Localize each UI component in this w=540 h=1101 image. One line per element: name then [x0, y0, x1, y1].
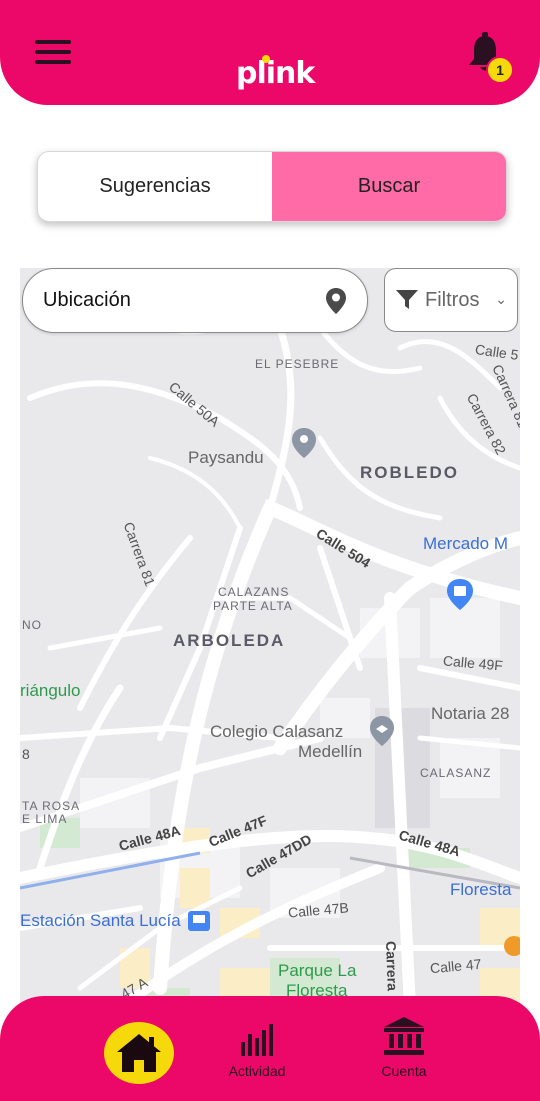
app-logo: plink: [236, 55, 315, 91]
map-label: TA ROSA: [22, 799, 81, 813]
hamburger-menu-icon[interactable]: [35, 40, 71, 66]
filters-button[interactable]: Filtros ⌄: [384, 268, 518, 332]
chevron-down-icon: ⌄: [495, 292, 507, 308]
nav-activity[interactable]: Actividad: [202, 1016, 312, 1086]
map-view[interactable]: Calle 5 EL PESEBRE Calle 50A Carrera 82 …: [20, 268, 520, 1008]
map-label: CALAZANS: [218, 585, 290, 599]
map-label: ROBLEDO: [360, 463, 459, 482]
location-pin-icon[interactable]: [325, 287, 347, 315]
home-icon: [117, 1034, 161, 1072]
funnel-icon: [396, 290, 418, 309]
bank-icon: [384, 1017, 424, 1055]
location-input[interactable]: Ubicación: [22, 268, 368, 333]
map-label: Mercado M: [423, 534, 509, 553]
app-screen: plink 1 Sugerencias Buscar Calle 5 EL PE…: [0, 0, 540, 1101]
notification-badge: 1: [486, 56, 514, 84]
map-label: Floresta: [450, 880, 512, 899]
filters-label: Filtros: [425, 288, 480, 311]
map-label: Parque La: [278, 961, 357, 980]
map-label: Notaria 28: [431, 704, 510, 723]
map-label: riángulo: [20, 681, 81, 700]
map-label: Estación Santa Lucía: [20, 911, 181, 930]
map-label: PARTE ALTA: [213, 599, 293, 613]
map-label: EL PESEBRE: [255, 357, 340, 371]
map-label: 8: [22, 746, 30, 762]
location-input-value: Ubicación: [43, 289, 131, 311]
nav-account[interactable]: Cuenta: [349, 1016, 459, 1086]
map-label: ARBOLEDA: [173, 631, 286, 650]
tab-sugerencias[interactable]: Sugerencias: [38, 152, 272, 221]
map-label: NO: [22, 618, 42, 632]
nav-account-label: Cuenta: [381, 1063, 427, 1079]
map-label: Paysandu: [188, 448, 264, 467]
nav-activity-label: Actividad: [228, 1063, 286, 1079]
map-label: E LIMA: [22, 812, 68, 826]
tab-buscar[interactable]: Buscar: [272, 152, 506, 221]
map-label: Medellín: [298, 742, 363, 761]
bar-chart-icon: [241, 1024, 273, 1056]
home-button[interactable]: [104, 1022, 174, 1084]
map-label: CALASANZ: [420, 766, 492, 780]
view-toggle: Sugerencias Buscar: [37, 151, 507, 222]
map-label: Colegio Calasanz: [210, 722, 344, 741]
map-label: Carrera: [383, 940, 401, 992]
